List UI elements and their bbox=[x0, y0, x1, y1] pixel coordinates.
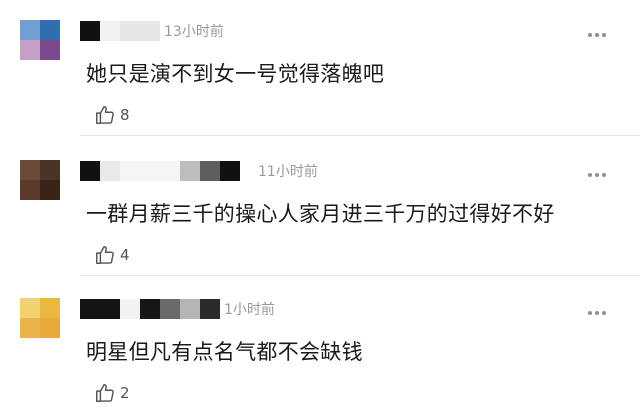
username-redaction bbox=[80, 21, 100, 41]
username-redaction bbox=[100, 161, 120, 181]
divider bbox=[80, 135, 640, 136]
more-dots-icon[interactable] bbox=[588, 33, 606, 37]
avatar-tile bbox=[20, 180, 40, 200]
avatar-tile bbox=[40, 298, 60, 318]
username-redaction bbox=[220, 161, 240, 181]
username-redaction bbox=[100, 21, 120, 41]
comment-text: 一群月薪三千的操心人家月进三千万的过得好不好 bbox=[86, 202, 555, 226]
comment-time: 11小时前 bbox=[258, 164, 318, 180]
avatar-tile bbox=[40, 40, 60, 60]
like-count: 4 bbox=[120, 246, 130, 264]
username-redaction bbox=[80, 299, 120, 319]
more-dots-icon[interactable] bbox=[588, 311, 606, 315]
avatar-tile bbox=[20, 160, 40, 180]
avatar-tile bbox=[20, 318, 40, 338]
avatar-tile bbox=[20, 40, 40, 60]
divider bbox=[80, 275, 640, 276]
like-button[interactable]: 4 bbox=[94, 244, 130, 266]
avatar-tile bbox=[40, 318, 60, 338]
avatar-tile bbox=[40, 180, 60, 200]
username-redaction bbox=[200, 161, 220, 181]
comment-time: 13小时前 bbox=[164, 24, 224, 40]
comment-item: 1小时前 明星但凡有点名气都不会缺钱 2 bbox=[0, 278, 640, 414]
comment-item: 11小时前 一群月薪三千的操心人家月进三千万的过得好不好 4 bbox=[0, 140, 640, 276]
username-redaction bbox=[200, 299, 220, 319]
more-dots-icon[interactable] bbox=[588, 173, 606, 177]
username[interactable]: 13小时前 bbox=[80, 20, 224, 42]
thumbs-up-icon bbox=[96, 106, 114, 124]
username-redaction bbox=[120, 299, 140, 319]
comment-text: 明星但凡有点名气都不会缺钱 bbox=[86, 340, 363, 364]
comment-time: 1小时前 bbox=[224, 302, 275, 318]
like-button[interactable]: 2 bbox=[94, 382, 130, 404]
username[interactable]: 1小时前 bbox=[80, 298, 275, 320]
username-redaction bbox=[120, 21, 160, 41]
username-redaction bbox=[160, 299, 180, 319]
comment-text: 她只是演不到女一号觉得落魄吧 bbox=[86, 62, 385, 86]
avatar[interactable] bbox=[20, 20, 60, 60]
avatar-tile bbox=[40, 20, 60, 40]
like-count: 8 bbox=[120, 106, 130, 124]
like-count: 2 bbox=[120, 384, 130, 402]
username[interactable]: 11小时前 bbox=[80, 160, 318, 182]
avatar-tile bbox=[40, 160, 60, 180]
username-redaction bbox=[140, 299, 160, 319]
username-redaction bbox=[80, 161, 100, 181]
avatar-tile bbox=[20, 298, 40, 318]
thumbs-up-icon bbox=[96, 246, 114, 264]
comment-item: 13小时前 她只是演不到女一号觉得落魄吧 8 bbox=[0, 0, 640, 136]
thumbs-up-icon bbox=[96, 384, 114, 402]
avatar-tile bbox=[20, 20, 40, 40]
username-redaction bbox=[180, 161, 200, 181]
username-redaction bbox=[180, 299, 200, 319]
avatar[interactable] bbox=[20, 298, 60, 338]
like-button[interactable]: 8 bbox=[94, 104, 130, 126]
avatar[interactable] bbox=[20, 160, 60, 200]
username-redaction bbox=[120, 161, 180, 181]
